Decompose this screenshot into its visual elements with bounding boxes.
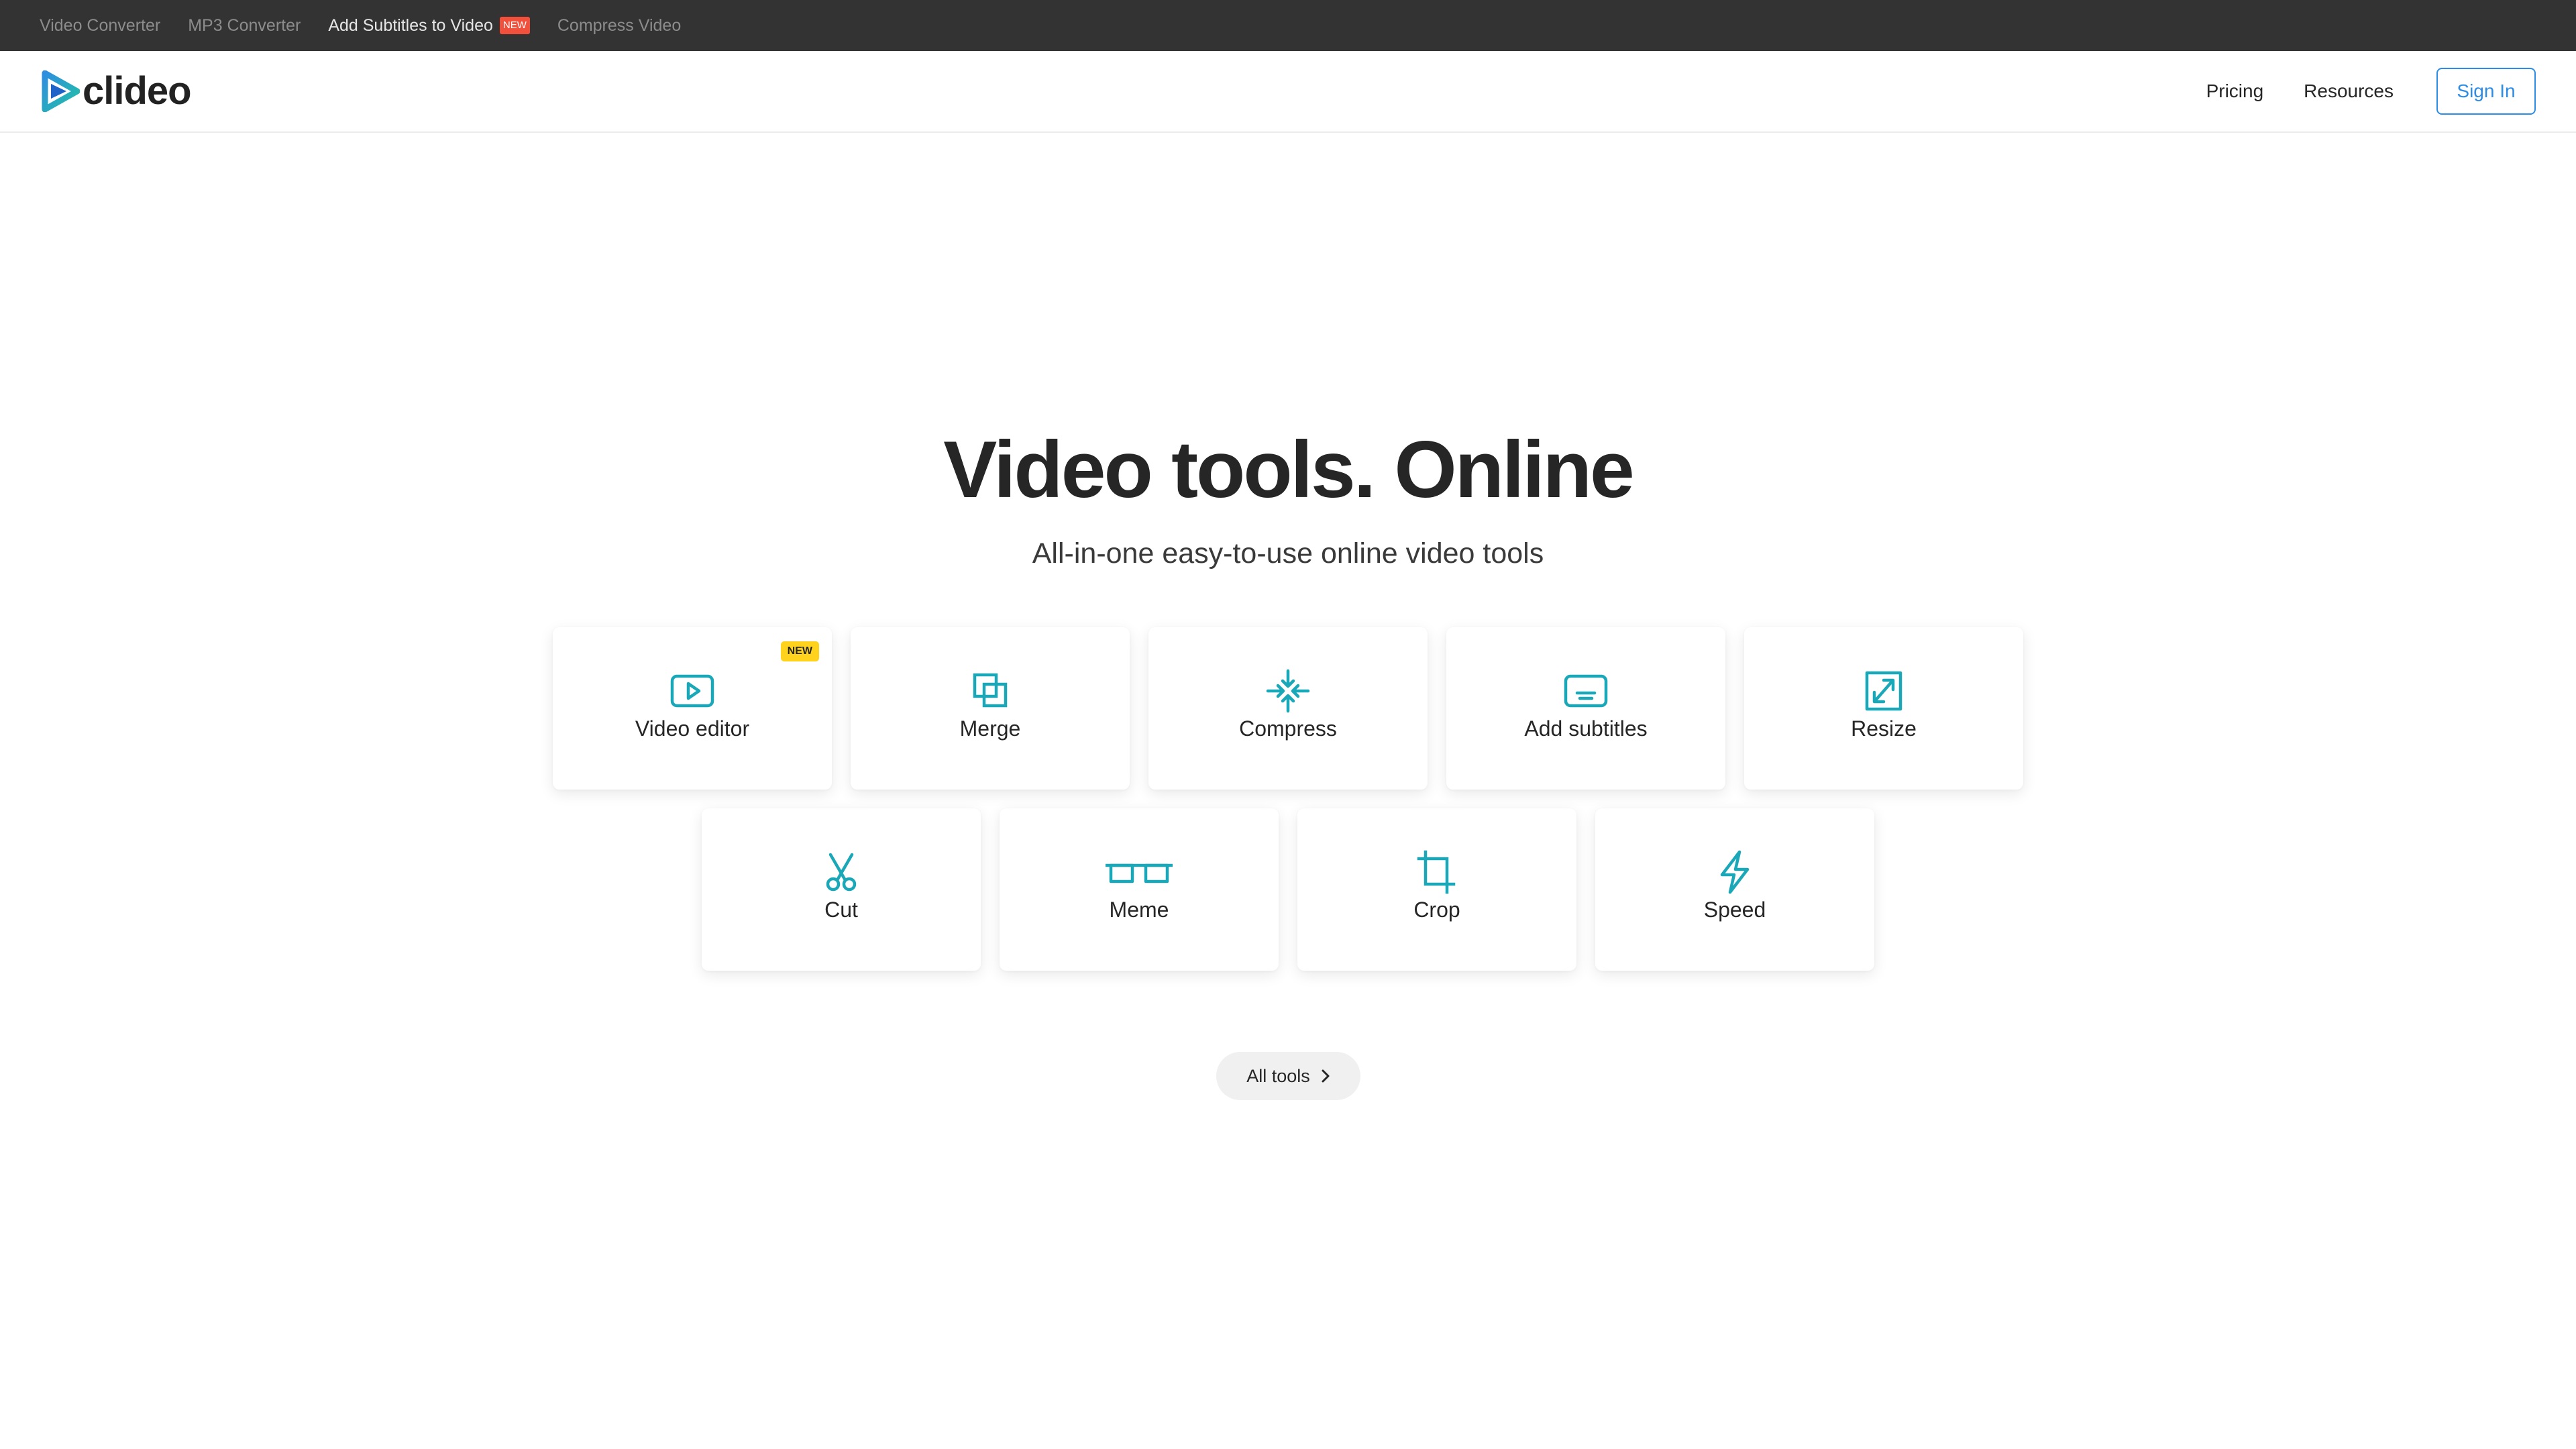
tool-label: Resize: [1851, 716, 1917, 741]
clideo-logo[interactable]: clideo: [40, 69, 192, 113]
tool-label: Merge: [959, 716, 1021, 741]
tool-card-meme[interactable]: Meme: [1000, 808, 1279, 971]
lightning-icon: [1711, 850, 1758, 894]
tool-card-speed[interactable]: Speed: [1595, 808, 1874, 971]
resize-icon: [1860, 671, 1907, 711]
new-badge: NEW: [780, 641, 819, 661]
promo-link-compress-video[interactable]: Compress Video: [557, 16, 681, 36]
tool-card-video-editor[interactable]: NEW Video editor: [553, 627, 832, 790]
promo-link-video-converter[interactable]: Video Converter: [40, 16, 160, 36]
promo-link-add-subtitles[interactable]: Add Subtitles to Video NEW: [328, 16, 530, 36]
tool-card-resize[interactable]: Resize: [1744, 627, 2023, 790]
tool-card-add-subtitles[interactable]: Add subtitles: [1446, 627, 1725, 790]
page-title: Video tools. Online: [943, 425, 1635, 515]
tools-row-1: NEW Video editor Merge Compress Add subt…: [0, 627, 2576, 790]
subtitles-icon: [1562, 671, 1609, 711]
crop-icon: [1413, 850, 1460, 894]
page-subtitle: All-in-one easy-to-use online video tool…: [1032, 537, 1544, 570]
promo-link-mp3-converter[interactable]: MP3 Converter: [188, 16, 301, 36]
promo-link-add-subtitles-label[interactable]: Add Subtitles to Video: [328, 16, 493, 36]
tool-card-compress[interactable]: Compress: [1148, 627, 1428, 790]
tool-label: Add subtitles: [1524, 716, 1648, 741]
play-icon: [669, 671, 716, 711]
new-badge: NEW: [499, 17, 530, 34]
tool-card-merge[interactable]: Merge: [851, 627, 1130, 790]
tools-row-2: Cut Meme Crop Speed: [0, 808, 2576, 971]
meme-icon: [1106, 852, 1173, 892]
scissors-icon: [818, 852, 865, 892]
site-header: clideo Pricing Resources Sign In: [0, 51, 2576, 133]
compress-icon: [1265, 669, 1311, 713]
tool-label: Compress: [1239, 716, 1337, 741]
sign-in-button[interactable]: Sign In: [2436, 68, 2536, 115]
tool-label: Cut: [824, 898, 858, 922]
main-nav: Pricing Resources Sign In: [2166, 68, 2536, 115]
all-tools-label: All tools: [1246, 1065, 1310, 1086]
chevron-right-icon: [1322, 1069, 1330, 1083]
tool-card-crop[interactable]: Crop: [1297, 808, 1576, 971]
tool-label: Meme: [1109, 898, 1169, 922]
tool-label: Crop: [1413, 898, 1460, 922]
promo-bar: Video Converter MP3 Converter Add Subtit…: [0, 0, 2576, 51]
nav-pricing[interactable]: Pricing: [2206, 68, 2264, 115]
clideo-play-logo-icon: [42, 70, 80, 112]
logo-text: clideo: [83, 69, 192, 113]
merge-icon: [967, 671, 1014, 711]
nav-resources[interactable]: Resources: [2304, 68, 2394, 115]
tool-card-cut[interactable]: Cut: [702, 808, 981, 971]
tool-label: Speed: [1703, 898, 1766, 922]
tool-label: Video editor: [635, 716, 750, 741]
all-tools-button[interactable]: All tools: [1216, 1052, 1360, 1100]
